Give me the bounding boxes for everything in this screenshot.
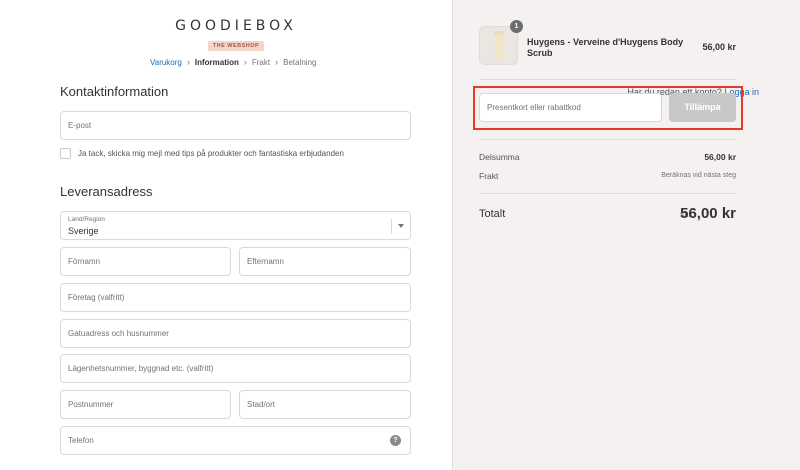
phone-placeholder: Telefon	[68, 436, 94, 445]
chevron-right-icon: ›	[186, 57, 190, 67]
question-circle-icon[interactable]: ?	[390, 435, 401, 446]
breadcrumb-cart[interactable]: Varukorg	[150, 58, 182, 67]
total-label: Totalt	[479, 208, 506, 220]
order-summary-panel	[452, 0, 800, 470]
brand-tagline: THE WEBSHOP	[207, 41, 265, 51]
discount-placeholder: Presentkort eller rabattkod	[487, 103, 581, 112]
first-name-placeholder: Förnamn	[68, 257, 101, 266]
tube-shape	[495, 34, 503, 60]
newsletter-option[interactable]: Ja tack, skicka mig mejl med tips på pro…	[60, 148, 344, 159]
newsletter-checkbox[interactable]	[60, 148, 71, 159]
breadcrumb-shipping: Frakt	[251, 57, 271, 67]
email-field[interactable]: E-post	[60, 111, 411, 140]
divider	[479, 139, 736, 140]
brand-name: GOODIEBOX	[175, 18, 297, 34]
contact-section-title: Kontaktinformation	[60, 84, 169, 99]
breadcrumb-information: Information	[194, 57, 239, 67]
chevron-down-icon	[398, 224, 404, 228]
subtotal-value: 56,00 kr	[704, 152, 736, 162]
total-value: 56,00 kr	[680, 205, 736, 222]
breadcrumb-payment: Betalning	[283, 57, 317, 67]
shipping-section-title: Leveransadress	[60, 184, 153, 199]
postal-code-field[interactable]: Postnummer	[60, 390, 231, 419]
city-placeholder: Stad/ort	[247, 400, 276, 409]
chevron-right-icon: ›	[275, 57, 279, 67]
last-name-field[interactable]: Efternamn	[239, 247, 411, 276]
phone-field[interactable]: Telefon ?	[60, 426, 411, 455]
country-select[interactable]: Land/Region Sverige	[60, 211, 411, 240]
quantity-badge: 1	[510, 20, 523, 33]
company-placeholder: Företag (valfritt)	[68, 293, 125, 302]
first-name-field[interactable]: Förnamn	[60, 247, 231, 276]
address-field[interactable]: Gatuadress och husnummer	[60, 319, 411, 348]
city-field[interactable]: Stad/ort	[239, 390, 411, 419]
divider	[479, 79, 736, 80]
country-value: Sverige	[68, 226, 99, 236]
postal-code-placeholder: Postnummer	[68, 400, 114, 409]
subtotal-label: Delsumma	[479, 152, 520, 162]
shipping-cost-label: Frakt	[479, 171, 499, 181]
discount-code-input[interactable]: Presentkort eller rabattkod	[479, 93, 662, 122]
company-field[interactable]: Företag (valfritt)	[60, 283, 411, 312]
chevron-right-icon: ›	[243, 57, 247, 67]
select-divider	[391, 219, 392, 234]
email-placeholder: E-post	[68, 121, 92, 130]
shipping-cost-value: Beräknas vid nästa steg	[661, 172, 736, 179]
apartment-field[interactable]: Lägenhetsnummer, byggnad etc. (valfritt)	[60, 354, 411, 383]
product-price: 56,00 kr	[702, 42, 736, 52]
last-name-placeholder: Efternamn	[247, 257, 284, 266]
divider	[479, 193, 736, 194]
product-name: Huygens - Verveine d'Huygens Body Scrub	[527, 37, 684, 58]
country-label: Land/Region	[68, 216, 105, 223]
address-placeholder: Gatuadress och husnummer	[68, 329, 169, 338]
apartment-placeholder: Lägenhetsnummer, byggnad etc. (valfritt)	[68, 364, 214, 373]
apply-discount-button[interactable]: Tillämpa	[669, 93, 736, 122]
brand-logo[interactable]: GOODIEBOX THE WEBSHOP	[0, 18, 472, 52]
breadcrumb: Varukorg › Information › Frakt › Betalni…	[150, 57, 316, 67]
newsletter-label: Ja tack, skicka mig mejl med tips på pro…	[78, 149, 344, 158]
